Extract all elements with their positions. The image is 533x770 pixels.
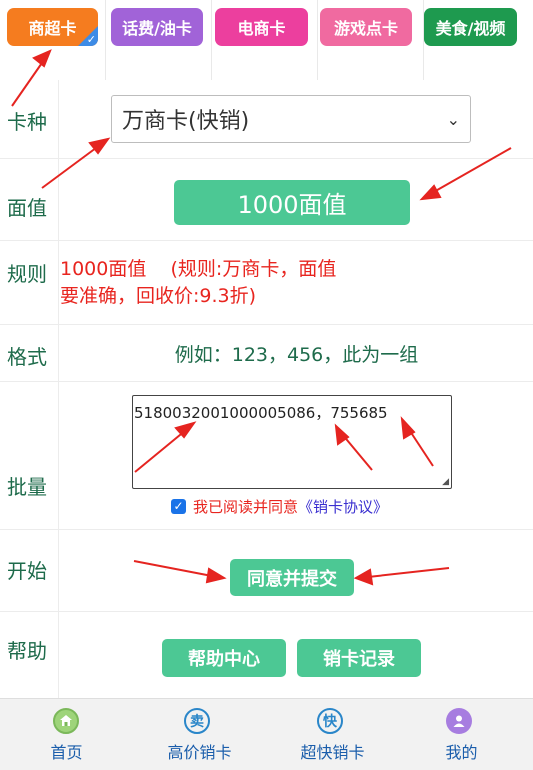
face-value-button[interactable]: 1000面值 bbox=[174, 180, 410, 225]
agree-checkbox[interactable]: ✓ bbox=[171, 498, 186, 514]
agreement-link[interactable]: 《销卡协议》 bbox=[298, 496, 388, 517]
rule-line: 要准确，回收价:9.3折) bbox=[60, 285, 257, 307]
format-example: 例如：123，456，此为一组 bbox=[174, 344, 419, 366]
resize-handle-icon[interactable]: ◢ bbox=[442, 477, 449, 487]
tab-label: 游戏点卡 bbox=[333, 19, 398, 38]
tab-label: 话费/油卡 bbox=[122, 19, 192, 38]
check-icon: ✓ bbox=[86, 33, 96, 46]
agree-text: 我已阅读并同意 bbox=[193, 497, 299, 516]
chevron-down-icon: ⌄ bbox=[446, 110, 460, 129]
tab-phone-fuel-card[interactable]: 话费/油卡 bbox=[111, 8, 203, 46]
label-cell: 帮助 bbox=[0, 612, 59, 699]
tab-food-video-card[interactable]: 美食/视频 bbox=[424, 8, 517, 46]
submit-button[interactable]: 同意并提交 bbox=[230, 559, 354, 596]
nav-label: 高价销卡 bbox=[167, 743, 232, 762]
help-center-button[interactable]: 帮助中心 bbox=[162, 639, 286, 677]
tab-label: 商超卡 bbox=[28, 19, 77, 38]
tab-separator bbox=[317, 0, 318, 80]
help-label: 帮助 bbox=[7, 639, 47, 663]
sell-icon-glyph: 卖 bbox=[190, 714, 204, 730]
category-tabs: 商超卡 ✓ 话费/油卡 电商卡 游戏点卡 美食/视频 bbox=[0, 0, 533, 80]
label-cell: 规则 bbox=[0, 241, 59, 325]
nav-home[interactable]: 首页 bbox=[0, 699, 133, 770]
batch-label: 批量 bbox=[7, 475, 47, 499]
user-icon bbox=[446, 708, 472, 734]
label-cell: 批量 bbox=[0, 382, 59, 530]
tab-supermarket-card[interactable]: 商超卡 ✓ bbox=[7, 8, 98, 46]
nav-label: 我的 bbox=[445, 743, 478, 762]
card-type-label: 卡种 bbox=[7, 110, 47, 134]
sell-icon: 卖 bbox=[184, 708, 210, 734]
rule-text: 1000面值 (规则:万商卡，面值 要准确，回收价:9.3折) bbox=[60, 256, 400, 310]
batch-value: 5180032001000005086，755685 bbox=[134, 404, 388, 422]
fast-icon-glyph: 快 bbox=[323, 714, 337, 730]
home-icon bbox=[53, 708, 79, 734]
tab-separator bbox=[105, 0, 106, 80]
label-cell: 开始 bbox=[0, 530, 59, 612]
face-value-label: 面值 bbox=[7, 196, 47, 220]
fast-icon: 快 bbox=[317, 708, 343, 734]
tab-ecommerce-card[interactable]: 电商卡 bbox=[215, 8, 308, 46]
user-icon-shape bbox=[453, 715, 465, 727]
batch-textarea[interactable]: 5180032001000005086，755685 ◢ bbox=[132, 395, 452, 489]
rule-line: 1000面值 (规则:万商卡，面值 bbox=[60, 258, 337, 280]
agreement-row: ✓ 我已阅读并同意 《销卡协议》 bbox=[171, 496, 388, 516]
nav-label: 超快销卡 bbox=[300, 743, 365, 762]
label-cell: 卡种 bbox=[0, 80, 59, 158]
tab-separator bbox=[211, 0, 212, 80]
rule-label: 规则 bbox=[7, 262, 47, 286]
tab-game-card[interactable]: 游戏点卡 bbox=[320, 8, 412, 46]
home-icon-shape bbox=[60, 715, 72, 726]
nav-mine[interactable]: 我的 bbox=[399, 699, 532, 770]
records-button[interactable]: 销卡记录 bbox=[297, 639, 421, 677]
tab-label: 电商卡 bbox=[237, 19, 286, 38]
tab-label: 美食/视频 bbox=[435, 19, 506, 38]
start-label: 开始 bbox=[7, 559, 47, 583]
card-type-value: 万商卡(快销) bbox=[122, 109, 250, 134]
card-type-select[interactable]: 万商卡(快销) ⌄ bbox=[111, 95, 471, 143]
nav-fast-sell[interactable]: 快 超快销卡 bbox=[266, 699, 399, 770]
bottom-nav: 首页 卖 高价销卡 快 超快销卡 我的 bbox=[0, 698, 533, 770]
nav-high-price-sell[interactable]: 卖 高价销卡 bbox=[133, 699, 266, 770]
nav-label: 首页 bbox=[50, 743, 83, 762]
label-cell: 面值 bbox=[0, 159, 59, 241]
